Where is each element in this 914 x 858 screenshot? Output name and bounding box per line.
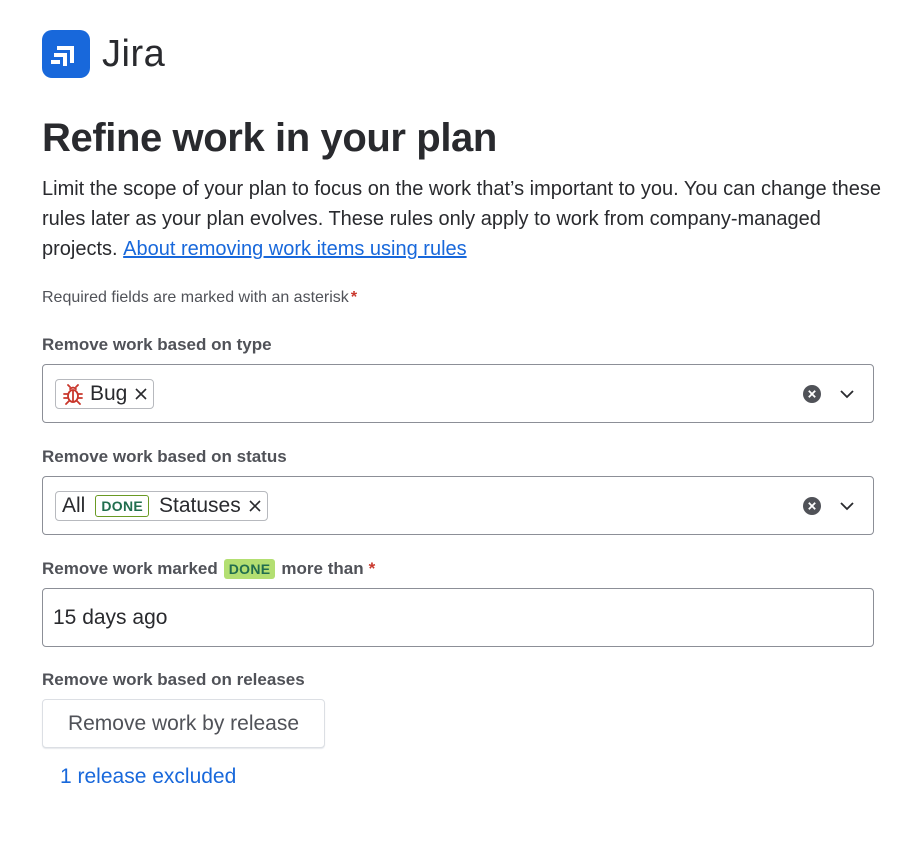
type-select-actions bbox=[803, 384, 855, 403]
remove-status-chip-icon[interactable] bbox=[249, 499, 261, 512]
done-label-after: more than bbox=[281, 559, 364, 578]
clear-type-icon[interactable] bbox=[803, 384, 821, 403]
status-chip-prefix: All bbox=[62, 493, 86, 517]
status-select-actions bbox=[803, 496, 855, 515]
chevron-down-icon[interactable] bbox=[839, 389, 855, 399]
bug-icon bbox=[62, 383, 84, 405]
required-asterisk: * bbox=[350, 289, 358, 306]
done-field-label: Remove work marked DONE more than * bbox=[42, 559, 375, 579]
chevron-down-icon[interactable] bbox=[839, 501, 855, 511]
remove-bug-chip-icon[interactable] bbox=[135, 387, 147, 400]
type-field-label: Remove work based on type bbox=[42, 335, 272, 354]
page-description: Limit the scope of your plan to focus on… bbox=[42, 174, 882, 264]
required-note-text: Required fields are marked with an aster… bbox=[42, 289, 349, 306]
status-select[interactable]: All DONE Statuses bbox=[42, 476, 874, 535]
done-days-input[interactable]: 15 days ago bbox=[42, 588, 874, 647]
about-removing-work-link[interactable]: About removing work items using rules bbox=[123, 238, 466, 260]
done-label-before: Remove work marked bbox=[42, 559, 218, 578]
remove-work-by-release-button[interactable]: Remove work by release bbox=[42, 699, 325, 748]
status-chip: All DONE Statuses bbox=[55, 490, 268, 521]
jira-logo: Jira bbox=[42, 30, 874, 78]
type-chip-bug: Bug bbox=[55, 378, 155, 409]
done-days-value: 15 days ago bbox=[53, 605, 168, 629]
jira-logo-icon bbox=[42, 30, 90, 78]
clear-status-icon[interactable] bbox=[803, 496, 821, 515]
releases-excluded-link[interactable]: 1 release excluded bbox=[60, 765, 236, 789]
type-chip-label: Bug bbox=[90, 381, 128, 405]
plan-refine-page: Jira Refine work in your plan Limit the … bbox=[42, 30, 881, 788]
required-asterisk: * bbox=[368, 559, 376, 578]
page-title: Refine work in your plan bbox=[42, 116, 497, 160]
status-chip-suffix: Statuses bbox=[159, 493, 241, 517]
releases-field-label: Remove work based on releases bbox=[42, 670, 305, 689]
jira-logo-text: Jira bbox=[102, 32, 166, 75]
status-field-label: Remove work based on status bbox=[42, 447, 287, 466]
done-lozenge: DONE bbox=[223, 559, 276, 579]
required-fields-note: Required fields are marked with an aster… bbox=[42, 289, 357, 307]
done-lozenge: DONE bbox=[95, 494, 149, 517]
type-select[interactable]: Bug bbox=[42, 364, 874, 423]
